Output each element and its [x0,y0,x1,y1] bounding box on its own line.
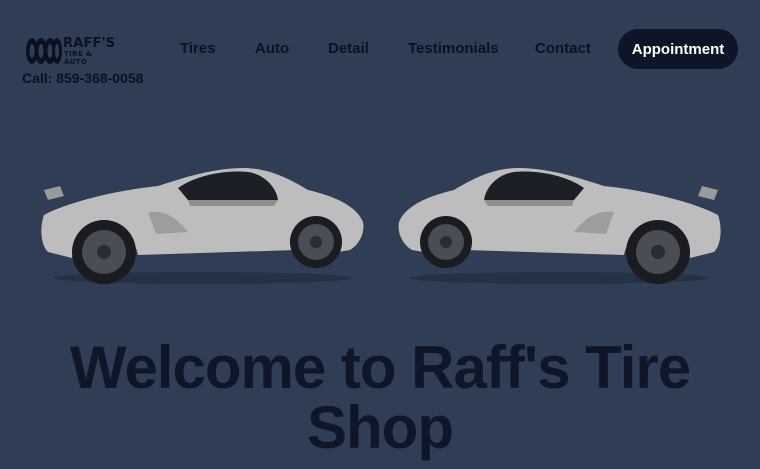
nav-link-tires[interactable]: Tires [180,40,216,57]
nav-link-auto[interactable]: Auto [255,40,289,57]
phone-number: Call: 859-368-0058 [22,70,144,86]
site-header: RAFF'S TIRE & AUTO Call: 859-368-0058 Ti… [0,0,760,100]
tire-stack-icon [26,38,62,64]
brand-logo[interactable]: RAFF'S TIRE & AUTO [26,34,118,66]
nav-link-contact[interactable]: Contact [535,40,591,57]
sports-car-image [41,168,364,284]
hero-title: Welcome to Raff's Tire Shop [69,334,691,461]
sports-car-image-mirrored [398,168,721,284]
nav-link-detail[interactable]: Detail [328,40,369,57]
logo-tagline: TIRE & AUTO [64,50,93,66]
logo-wordmark: RAFF'S [63,36,116,51]
nav-link-testimonials[interactable]: Testimonials [408,40,499,57]
appointment-button[interactable]: Appointment [618,29,738,69]
